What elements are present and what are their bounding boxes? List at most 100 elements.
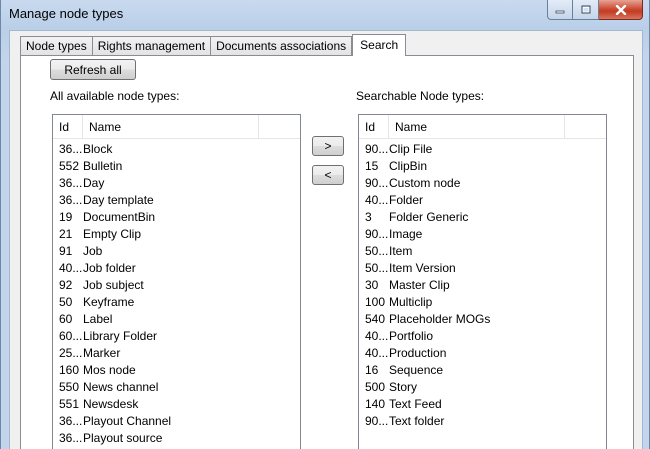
list-item[interactable]: 500 Story [359, 379, 606, 396]
list-item-id: 40... [365, 329, 389, 343]
list-item-name: Folder [389, 193, 424, 207]
list-item[interactable]: 60... Library Folder [53, 328, 300, 345]
list-item-name: Sequence [389, 363, 444, 377]
list-item-name: Keyframe [83, 295, 135, 309]
list-item[interactable]: 25... Marker [53, 345, 300, 362]
list-item[interactable]: 36... Block [53, 141, 300, 158]
list-item[interactable]: 540 Placeholder MOGs [359, 311, 606, 328]
list-item[interactable]: 3 Folder Generic [359, 209, 606, 226]
close-icon [615, 4, 626, 15]
searchable-list-header: Id Name [359, 115, 606, 139]
list-item[interactable]: 50... Item [359, 243, 606, 260]
list-item-id: 92 [59, 278, 73, 292]
list-item-name: Block [83, 142, 113, 156]
close-button[interactable] [599, 0, 643, 20]
list-item-id: 60... [59, 329, 83, 343]
list-item-id: 40... [365, 193, 389, 207]
tab-node-types[interactable]: Node types [20, 36, 93, 56]
window: Manage node types Node types Rights mana… [0, 0, 650, 449]
list-item-name: Job subject [83, 278, 144, 292]
list-item-name: Folder Generic [389, 210, 469, 224]
list-item[interactable]: 36... Day template [53, 192, 300, 209]
list-item[interactable]: 551 Newsdesk [53, 396, 300, 413]
minimize-icon [555, 10, 565, 13]
add-to-searchable-button[interactable]: > [312, 136, 344, 156]
available-types-list[interactable]: Id Name 36... Block 552 Bulletin 36... Day 36.… [52, 114, 301, 449]
list-item-name: Item [389, 244, 413, 258]
available-id-column-header[interactable]: Id [53, 115, 83, 138]
tab-search[interactable]: Search [352, 34, 407, 56]
list-item[interactable]: 140 Text Feed [359, 396, 606, 413]
searchable-types-list[interactable]: Id Name 90... Clip File 15 ClipBin 90... Cust… [358, 114, 607, 449]
list-item-id: 36... [59, 431, 83, 445]
list-item[interactable]: 40... Folder [359, 192, 606, 209]
list-item[interactable]: 90... Custom node [359, 175, 606, 192]
list-item-id: 40... [59, 261, 83, 275]
list-item[interactable]: 60 Label [53, 311, 300, 328]
list-item-name: Story [389, 380, 418, 394]
window-title: Manage node types [9, 6, 124, 21]
list-item[interactable]: 50 Keyframe [53, 294, 300, 311]
list-item-id: 100 [365, 295, 386, 309]
list-item[interactable]: 40... Portfolio [359, 328, 606, 345]
list-item-id: 40... [365, 346, 389, 360]
maximize-button[interactable] [573, 0, 599, 20]
tab-documents-associations[interactable]: Documents associations [211, 36, 353, 56]
refresh-all-button[interactable]: Refresh all [50, 59, 136, 80]
list-item-id: 550 [59, 380, 80, 394]
list-item-id: 551 [59, 397, 80, 411]
list-item-name: ClipBin [389, 159, 428, 173]
searchable-id-column-header[interactable]: Id [359, 115, 389, 138]
available-list-header: Id Name [53, 115, 300, 139]
list-item-id: 140 [365, 397, 386, 411]
list-item[interactable]: 90... Clip File [359, 141, 606, 158]
searchable-name-column-header[interactable]: Name [389, 115, 565, 138]
tab-rights-management[interactable]: Rights management [92, 36, 212, 56]
list-item-id: 50... [365, 261, 389, 275]
list-item-name: Job [83, 244, 103, 258]
list-item[interactable]: 19 DocumentBin [53, 209, 300, 226]
available-list-rows: 36... Block 552 Bulletin 36... Day 36... Day te… [53, 139, 300, 447]
search-tab-panel: Refresh all All available node types: Se… [20, 55, 634, 449]
list-item[interactable]: 90... Text folder [359, 413, 606, 430]
list-item-name: Mos node [83, 363, 136, 377]
list-item[interactable]: 550 News channel [53, 379, 300, 396]
list-item-name: Item Version [389, 261, 456, 275]
list-item[interactable]: 30 Master Clip [359, 277, 606, 294]
list-item[interactable]: 36... Playout source [53, 430, 300, 447]
list-item[interactable]: 90... Image [359, 226, 606, 243]
available-types-heading: All available node types: [50, 89, 180, 103]
list-item-name: Image [389, 227, 423, 241]
tab-strip: Node types Rights management Documents a… [20, 34, 407, 56]
list-item-id: 500 [365, 380, 386, 394]
list-item-name: Newsdesk [83, 397, 139, 411]
list-item[interactable]: 92 Job subject [53, 277, 300, 294]
list-item[interactable]: 40... Job folder [53, 260, 300, 277]
list-item[interactable]: 16 Sequence [359, 362, 606, 379]
list-item-id: 36... [59, 193, 83, 207]
list-item[interactable]: 91 Job [53, 243, 300, 260]
list-item[interactable]: 50... Item Version [359, 260, 606, 277]
list-item[interactable]: 100 Multiclip [359, 294, 606, 311]
list-item-name: Text Feed [389, 397, 442, 411]
list-item-name: Playout source [83, 431, 163, 445]
list-item-name: Production [389, 346, 447, 360]
remove-from-searchable-button[interactable]: < [312, 165, 344, 185]
list-item[interactable]: 15 ClipBin [359, 158, 606, 175]
list-item[interactable]: 36... Playout Channel [53, 413, 300, 430]
list-item[interactable]: 21 Empty Clip [53, 226, 300, 243]
list-item-id: 3 [365, 210, 372, 224]
list-item[interactable]: 552 Bulletin [53, 158, 300, 175]
available-name-column-header[interactable]: Name [83, 115, 259, 138]
list-item[interactable]: 40... Production [359, 345, 606, 362]
list-item-id: 540 [365, 312, 386, 326]
list-item-id: 15 [365, 159, 379, 173]
list-item-id: 36... [59, 414, 83, 428]
list-item-id: 90... [365, 142, 389, 156]
list-item-name: Text folder [389, 414, 445, 428]
list-item[interactable]: 36... Day [53, 175, 300, 192]
maximize-icon [581, 5, 590, 14]
minimize-button[interactable] [547, 0, 573, 20]
list-item-name: News channel [83, 380, 159, 394]
list-item[interactable]: 160 Mos node [53, 362, 300, 379]
